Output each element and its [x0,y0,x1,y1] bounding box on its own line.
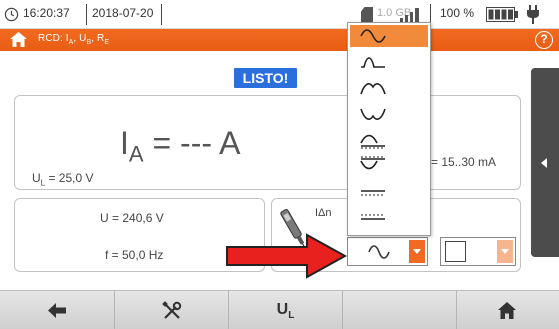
dropdown-item-dc-negative[interactable] [350,207,428,229]
title-bar: RCD: IA, UB, RE ? [0,29,559,51]
help-icon[interactable]: ? [535,31,553,49]
sine-wave-icon [368,245,390,259]
positive-half-wave-icon [361,57,385,68]
negative-half-wave-dc-icon [360,156,385,170]
waveform-select[interactable] [347,237,428,266]
dropdown-item-positive-half-wave[interactable] [350,51,428,73]
empty-button[interactable] [343,291,457,329]
voltage-value: U = 240,6 V [100,211,164,225]
battery-percentage: 100 % [440,6,475,20]
signal-icon [400,8,419,23]
ul-value: UL = 25,0 V [32,171,94,188]
battery-icon [486,7,518,22]
dropdown-item-sine[interactable] [350,25,428,47]
status-badge: LISTO! [234,68,297,88]
dc-negative-icon [361,214,385,220]
negative-half-wave-icon [360,83,386,95]
status-bar: 16:20:37 2018-07-20 1.0 GB 100 % [0,0,559,29]
sd-card-icon [361,7,373,22]
dropdown-item-positive-half-wave-dc[interactable] [350,129,428,151]
back-arrow-icon [48,303,66,318]
dropdown-item-positive-half-wave-alt[interactable] [350,103,428,125]
clock-icon [4,7,19,22]
arrow-pointer-icon [226,233,347,279]
bottom-toolbar: UL [0,290,559,329]
clock-date: 2018-07-20 [92,6,154,20]
multiplier-select[interactable] [440,237,516,266]
back-button[interactable] [0,291,115,329]
result-value: IA = --- A [120,125,241,167]
dc-positive-icon [361,190,385,196]
divider [86,4,87,25]
dropdown-item-dc-positive[interactable] [350,181,428,203]
current-range: = 15..30 mA [431,155,497,169]
side-panel-tab[interactable] [531,68,559,257]
page-title: RCD: IA, UB, RE [38,33,110,46]
chevron-down-icon[interactable] [409,240,425,263]
ul-button[interactable]: UL [229,291,343,329]
home-icon[interactable] [10,32,27,47]
power-plug-icon [527,5,539,24]
ul-button-label: UL [276,301,295,322]
settings-button[interactable] [115,291,229,329]
dropdown-item-negative-half-wave-dc[interactable] [350,153,428,175]
clock-time: 16:20:37 [23,6,70,20]
positive-half-wave-dc-icon [360,134,385,149]
waveform-dropdown[interactable] [347,22,431,236]
home-icon [498,302,516,319]
positive-half-wave-alt-icon [360,108,386,120]
home-button[interactable] [457,291,559,329]
idn-label: IΔn [315,207,332,219]
sine-wave-icon [360,29,386,43]
tools-icon [162,301,182,319]
chevron-down-icon[interactable] [497,240,513,263]
multiplier-icon [445,241,466,262]
divider [161,4,162,25]
dropdown-item-negative-half-wave[interactable] [350,77,428,99]
frequency-value: f = 50,0 Hz [105,248,164,262]
